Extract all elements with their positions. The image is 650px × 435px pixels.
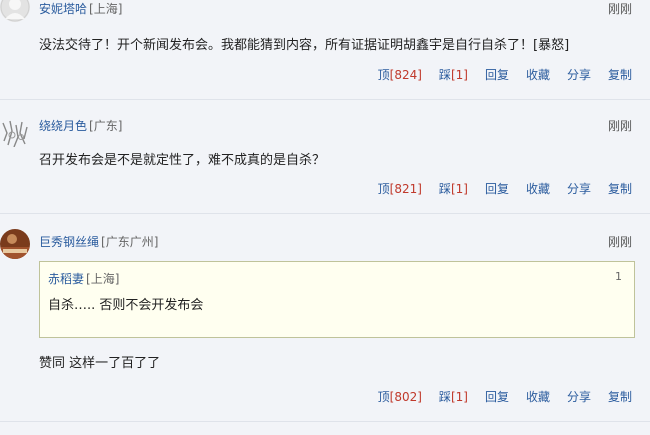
username[interactable]: 绕绕月色 xyxy=(39,119,87,133)
copy-button[interactable]: 复制 xyxy=(608,388,632,405)
username[interactable]: 安妮塔哈 xyxy=(39,2,87,16)
comment-actions: 顶[824] 踩[1] 回复 收藏 分享 复制 xyxy=(378,66,632,83)
comment-actions: 顶[802] 踩[1] 回复 收藏 分享 复制 xyxy=(378,388,632,405)
comment-divider xyxy=(0,213,650,214)
user-location: [广东广州] xyxy=(101,235,159,249)
collect-button[interactable]: 收藏 xyxy=(526,66,550,83)
upvote-button[interactable]: 顶[821] xyxy=(378,180,422,197)
user-location: [上海] xyxy=(89,2,123,16)
collect-button[interactable]: 收藏 xyxy=(526,180,550,197)
downvote-button[interactable]: 踩[1] xyxy=(439,388,468,405)
comment-user-link[interactable]: 巨秀钢丝绳 [广东广州] xyxy=(39,233,158,250)
copy-button[interactable]: 复制 xyxy=(608,66,632,83)
share-button[interactable]: 分享 xyxy=(567,180,591,197)
username[interactable]: 巨秀钢丝绳 xyxy=(39,235,99,249)
sketch-avatar-icon[interactable] xyxy=(0,117,30,147)
quoted-username[interactable]: 赤稻妻 xyxy=(48,272,84,286)
reply-button[interactable]: 回复 xyxy=(485,180,509,197)
photo-avatar-icon[interactable] xyxy=(0,229,30,259)
share-button[interactable]: 分享 xyxy=(567,66,591,83)
quoted-text: 自杀….. 否则不会开发布会 xyxy=(48,298,204,313)
comment-text: 赞同 这样一了百了了 xyxy=(39,356,161,371)
comment-time: 刚刚 xyxy=(607,119,632,133)
downvote-button[interactable]: 踩[1] xyxy=(439,66,468,83)
comment-actions: 顶[821] 踩[1] 回复 收藏 分享 复制 xyxy=(378,180,632,197)
upvote-button[interactable]: 顶[824] xyxy=(378,66,422,83)
reply-button[interactable]: 回复 xyxy=(485,388,509,405)
quoted-user-location: [上海] xyxy=(86,272,120,286)
comment-text: 没法交待了！开个新闻发布会。我都能猜到内容，所有证据证明胡鑫宇是自行自杀了！[暴… xyxy=(39,38,570,53)
comment-user-link[interactable]: 绕绕月色 [广东] xyxy=(39,117,122,134)
quoted-comment: 赤稻妻 [上海] 1 自杀….. 否则不会开发布会 xyxy=(39,261,635,338)
comment-user-link[interactable]: 安妮塔哈 [上海] xyxy=(39,0,122,17)
share-button[interactable]: 分享 xyxy=(567,388,591,405)
comment-time: 刚刚 xyxy=(607,2,632,16)
comment-divider xyxy=(0,99,650,100)
quoted-user-link[interactable]: 赤稻妻 [上海] xyxy=(48,270,119,287)
default-avatar-icon[interactable] xyxy=(0,0,30,22)
upvote-button[interactable]: 顶[802] xyxy=(378,388,422,405)
reply-button[interactable]: 回复 xyxy=(485,66,509,83)
comment-divider xyxy=(0,421,650,422)
user-location: [广东] xyxy=(89,119,123,133)
quote-floor-number: 1 xyxy=(615,270,622,283)
comment-time: 刚刚 xyxy=(607,235,632,249)
comment-text: 召开发布会是不是就定性了，难不成真的是自杀？ xyxy=(39,153,326,168)
copy-button[interactable]: 复制 xyxy=(608,180,632,197)
downvote-button[interactable]: 踩[1] xyxy=(439,180,468,197)
collect-button[interactable]: 收藏 xyxy=(526,388,550,405)
